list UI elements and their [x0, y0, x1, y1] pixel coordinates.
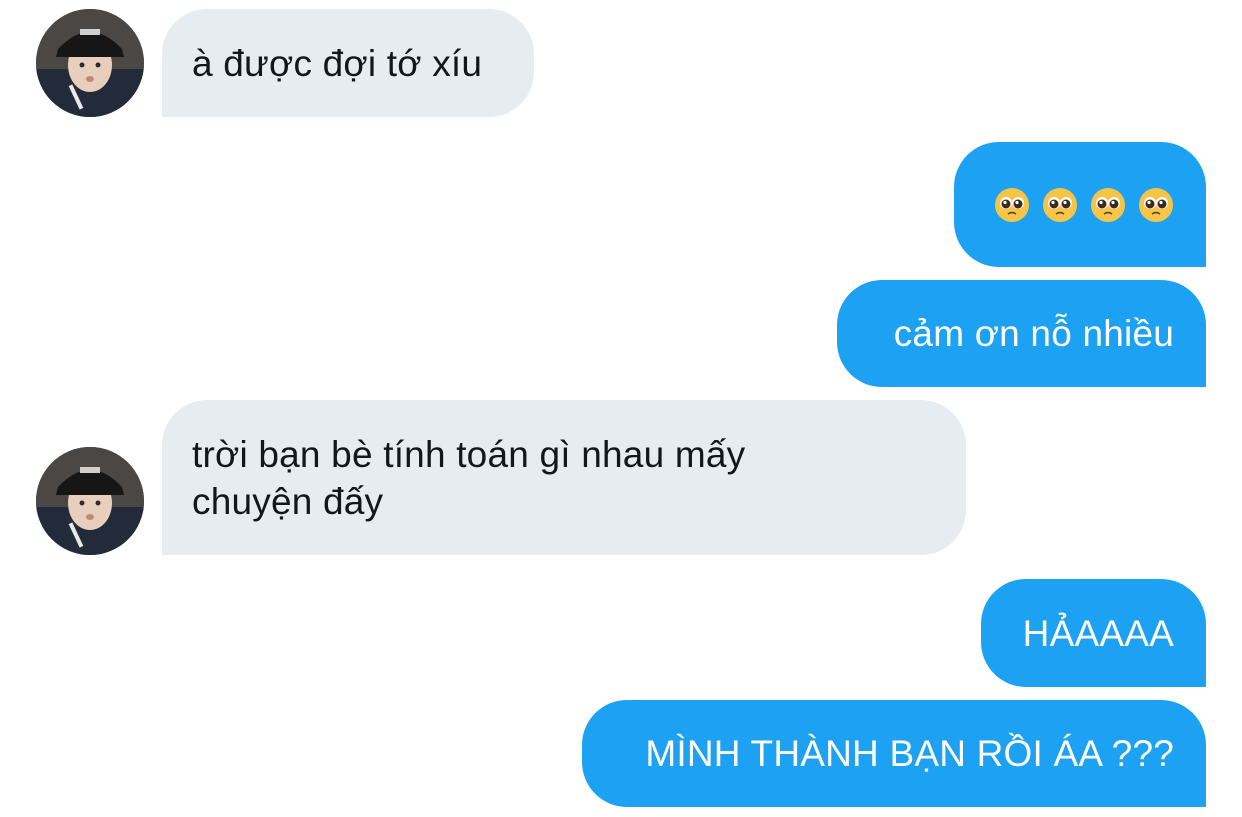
message-text: cảm ơn nỗ nhiều: [893, 313, 1174, 354]
message-text: MÌNH THÀNH BẠN RỒI ÁA ???: [645, 733, 1174, 774]
message-bubble-incoming[interactable]: à được đợi tớ xíu: [162, 9, 534, 117]
message-bubble-outgoing[interactable]: [954, 142, 1206, 267]
contact-avatar[interactable]: [36, 9, 144, 117]
pleading-face-icon: [1043, 187, 1077, 222]
emoji-row: [994, 187, 1174, 223]
message-text: trời bạn bè tính toán gì nhau mấy chuyện…: [192, 433, 756, 522]
message-bubble-outgoing[interactable]: MÌNH THÀNH BẠN RỒI ÁA ???: [582, 700, 1206, 807]
message-bubble-outgoing[interactable]: HẢAAAA: [981, 579, 1206, 687]
avatar-image: [36, 447, 144, 555]
message-bubble-incoming[interactable]: trời bạn bè tính toán gì nhau mấy chuyện…: [162, 400, 966, 555]
message-text: à được đợi tớ xíu: [192, 42, 483, 84]
message-text: HẢAAAA: [1022, 612, 1174, 654]
pleading-face-icon: [1091, 187, 1125, 222]
contact-avatar[interactable]: [36, 447, 144, 555]
pleading-face-icon: [1139, 187, 1173, 222]
avatar-image: [36, 9, 144, 117]
pleading-face-icon: [995, 187, 1029, 222]
message-bubble-outgoing[interactable]: cảm ơn nỗ nhiều: [837, 280, 1206, 387]
